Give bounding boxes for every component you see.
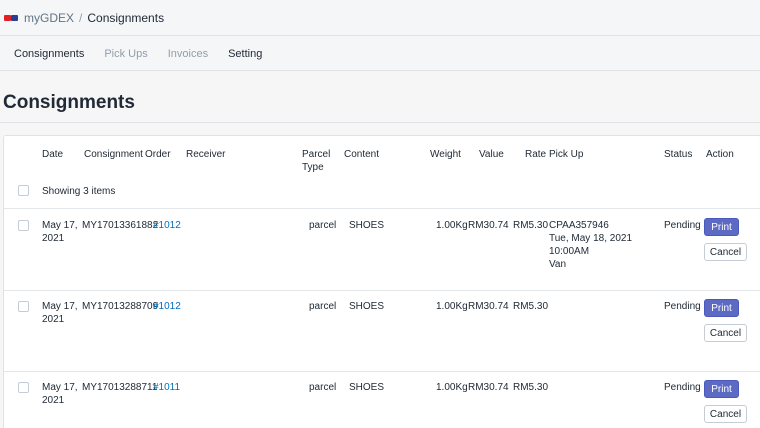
row-divider	[4, 290, 760, 291]
col-header-content: Content	[344, 149, 380, 160]
row-weight: 1.00Kg	[436, 301, 468, 312]
row-date-line2: 2021	[42, 233, 65, 244]
row-date: May 17, 2021	[42, 381, 78, 407]
tab-setting[interactable]: Setting	[228, 48, 262, 60]
col-header-consignment: Consignment	[84, 149, 143, 160]
breadcrumb-app[interactable]: myGDEX	[24, 11, 74, 25]
consignments-table-card: Date Consignment Order Receiver Parcel T…	[3, 135, 760, 428]
row-checkbox[interactable]	[18, 382, 29, 393]
row-consignment-number: MY17013288709	[82, 301, 159, 312]
row-divider	[4, 371, 760, 372]
row-date: May 17, 2021	[42, 219, 78, 245]
print-button[interactable]: Print	[704, 380, 739, 398]
row-status: Pending	[664, 220, 701, 231]
row-content: SHOES	[349, 220, 385, 231]
row-date-line2: 2021	[42, 395, 65, 406]
divider	[0, 122, 760, 123]
row-weight: 1.00Kg	[436, 382, 468, 393]
row-divider	[4, 208, 760, 209]
showing-count: Showing 3 items	[42, 186, 116, 197]
cancel-button[interactable]: Cancel	[704, 324, 747, 342]
row-order-link[interactable]: #1012	[153, 219, 181, 232]
row-value: RM30.74	[468, 382, 509, 393]
col-header-action: Action	[706, 149, 734, 160]
col-header-parcel-type-line2: Type	[302, 162, 324, 173]
row-content: SHOES	[349, 382, 385, 393]
row-value: RM30.74	[468, 220, 509, 231]
select-all-checkbox[interactable]	[18, 185, 29, 196]
row-date-line1: May 17,	[42, 301, 78, 312]
row-content: SHOES	[349, 301, 385, 312]
row-status: Pending	[664, 301, 701, 312]
col-header-value: Value	[479, 149, 504, 160]
row-checkbox[interactable]	[18, 301, 29, 312]
row-weight: 1.00Kg	[436, 220, 468, 231]
row-consignment-number: MY17013361882	[82, 220, 159, 231]
row-date-line1: May 17,	[42, 220, 78, 231]
row-parcel-type: parcel	[309, 220, 337, 231]
row-date: May 17, 2021	[42, 300, 78, 326]
row-checkbox[interactable]	[18, 220, 29, 231]
col-header-date: Date	[42, 149, 64, 160]
cancel-button[interactable]: Cancel	[704, 405, 747, 423]
pickup-id: CPAA357946	[549, 220, 609, 231]
row-date-line1: May 17,	[42, 382, 78, 393]
breadcrumb-separator: /	[79, 10, 83, 25]
print-button[interactable]: Print	[704, 299, 739, 317]
row-order-link[interactable]: #1012	[153, 300, 181, 313]
pickup-date: Tue, May 18, 2021	[549, 233, 633, 244]
pickup-vehicle: Van	[549, 259, 567, 270]
row-rate: RM5.30	[513, 301, 549, 312]
col-header-status: Status	[664, 149, 693, 160]
col-header-receiver: Receiver	[186, 149, 226, 160]
row-date-line2: 2021	[42, 314, 65, 325]
gdex-logo-icon	[4, 14, 18, 22]
col-header-order: Order	[145, 149, 171, 160]
col-header-rate: Rate	[525, 149, 547, 160]
top-bar: myGDEX / Consignments	[0, 0, 760, 36]
row-status: Pending	[664, 382, 701, 393]
col-header-weight: Weight	[430, 149, 461, 160]
page-title: Consignments	[3, 92, 135, 113]
row-value: RM30.74	[468, 301, 509, 312]
row-parcel-type: parcel	[309, 301, 337, 312]
print-button[interactable]: Print	[704, 218, 739, 236]
col-header-parcel-type-line1: Parcel	[302, 149, 331, 160]
row-order-link[interactable]: #1011	[153, 381, 180, 394]
tab-pick-ups[interactable]: Pick Ups	[104, 48, 147, 60]
pickup-time: 10:00AM	[549, 246, 590, 257]
breadcrumb-page: Consignments	[87, 10, 165, 25]
row-parcel-type: parcel	[309, 382, 337, 393]
nav-tabs: Consignments Pick Ups Invoices Setting	[0, 37, 760, 71]
cancel-button[interactable]: Cancel	[704, 243, 747, 261]
col-header-pickup: Pick Up	[549, 149, 584, 160]
tab-invoices[interactable]: Invoices	[168, 48, 208, 60]
row-rate: RM5.30	[513, 220, 549, 231]
col-header-parcel-type: Parcel Type	[302, 148, 330, 174]
row-pickup-details: CPAA357946 Tue, May 18, 2021 10:00AM Van	[549, 219, 632, 271]
row-rate: RM5.30	[513, 382, 549, 393]
tab-consignments[interactable]: Consignments	[14, 48, 84, 60]
row-consignment-number: MY17013288711	[82, 382, 158, 393]
